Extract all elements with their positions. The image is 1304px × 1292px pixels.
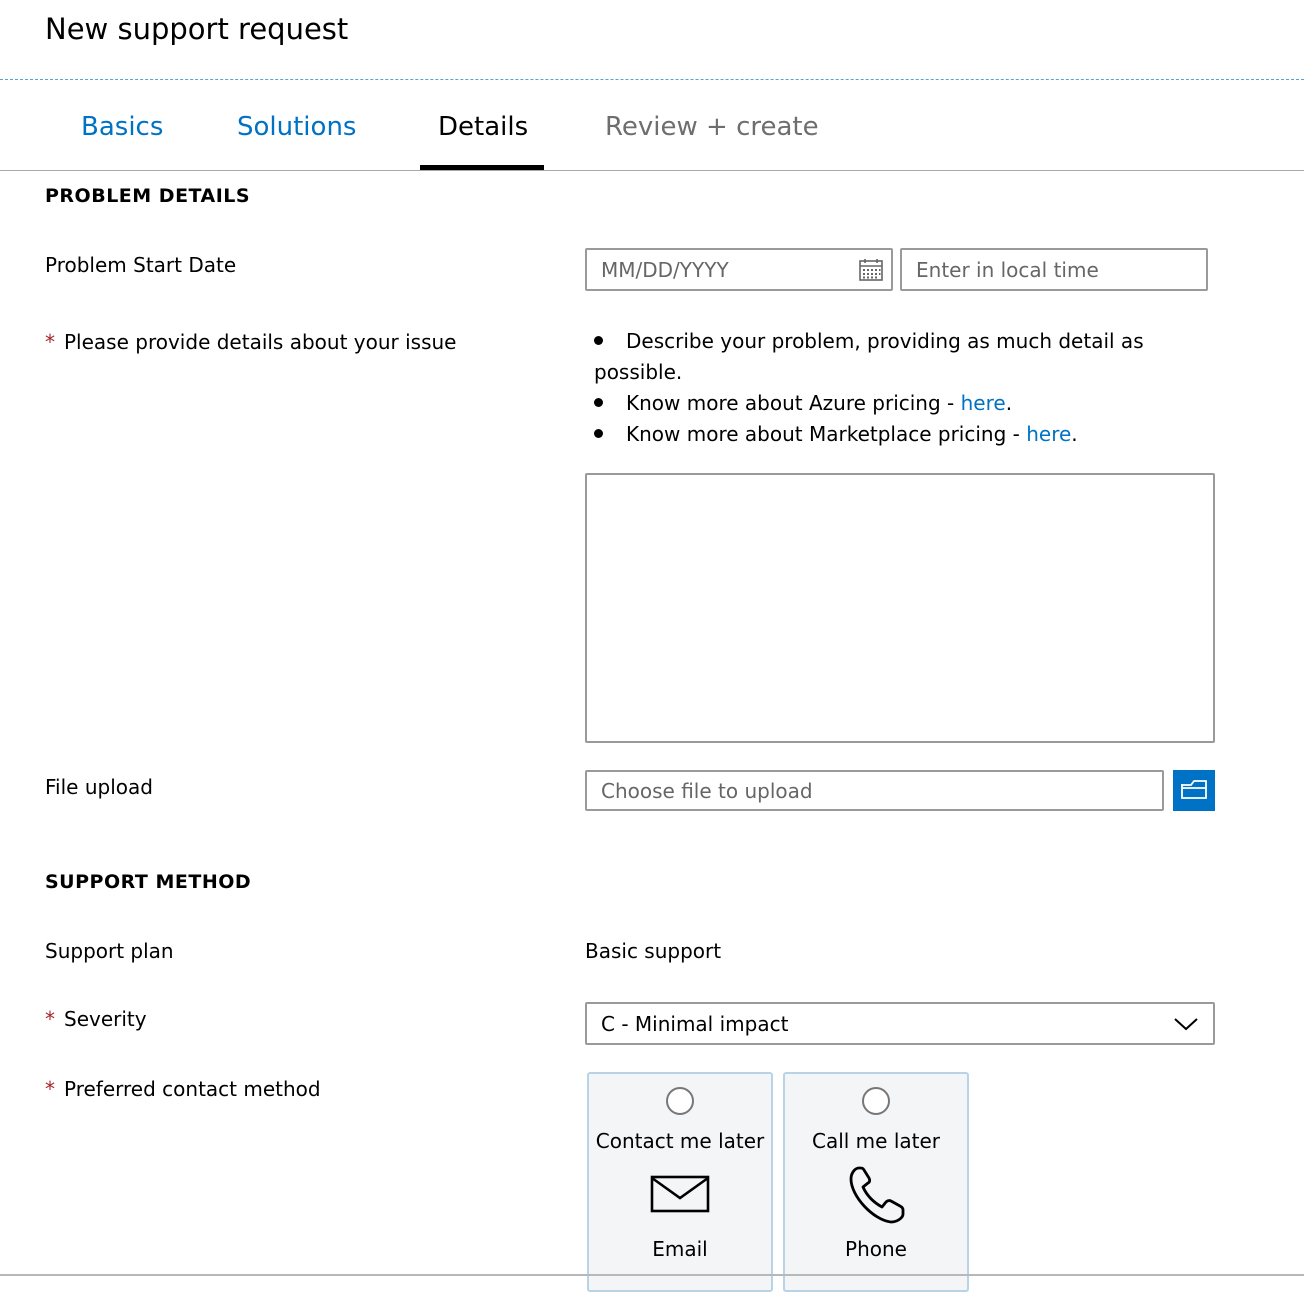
tab-basics[interactable]: Basics [81,106,163,148]
bullet-icon [594,429,603,438]
contact-method-label: * Preferred contact method [45,1074,321,1104]
bullet-icon [594,398,603,407]
severity-selected-value: C - Minimal impact [601,1012,789,1036]
issue-details-label: * Please provide details about your issue [45,327,456,357]
support-plan-label: Support plan [45,939,174,963]
problem-details-header: PROBLEM DETAILS [45,185,251,207]
contact-method-label-text: Preferred contact method [64,1077,321,1101]
tabs-divider [0,170,1304,171]
phone-icon [845,1164,907,1230]
envelope-icon [650,1174,710,1218]
marketplace-pricing-link[interactable]: here [1026,422,1071,446]
calendar-icon[interactable] [858,257,884,283]
contact-option-title: Contact me later [595,1129,765,1153]
required-marker: * [45,1077,55,1101]
contact-option-phone[interactable]: Call me later Phone [783,1072,969,1292]
guidance-text: Describe your problem, providing as much… [594,329,1144,384]
guidance-item: Describe your problem, providing as much… [594,326,1194,388]
file-upload-label: File upload [45,775,153,799]
severity-label-text: Severity [64,1007,147,1031]
browse-file-button[interactable] [1173,770,1215,811]
contact-option-title: Call me later [811,1129,941,1153]
guidance-suffix: . [1071,422,1078,446]
support-plan-value: Basic support [585,939,722,963]
header-divider [0,79,1304,80]
page-title: New support request [45,12,349,46]
guidance-suffix: . [1005,391,1013,415]
severity-dropdown[interactable]: C - Minimal impact [585,1002,1215,1045]
radio-button[interactable] [862,1087,890,1115]
contact-option-caption: Phone [845,1237,907,1261]
guidance-text: Know more about Azure pricing - [626,391,961,415]
required-marker: * [45,1007,55,1031]
contact-option-caption: Email [652,1237,708,1261]
issue-guidance-list: Describe your problem, providing as much… [594,326,1194,450]
support-method-header: SUPPORT METHOD [45,871,252,893]
problem-start-date-label: Problem Start Date [45,253,237,277]
footer-divider [0,1274,1304,1276]
tab-solutions[interactable]: Solutions [237,106,356,148]
problem-start-time-input[interactable] [900,248,1208,291]
tab-review-create[interactable]: Review + create [605,106,819,148]
bullet-icon [594,336,603,345]
issue-details-textarea[interactable] [585,473,1215,743]
guidance-text: Know more about Marketplace pricing - [626,422,1027,446]
folder-icon [1180,778,1208,803]
chevron-down-icon [1173,1016,1199,1032]
guidance-item: Know more about Marketplace pricing - he… [594,419,1194,450]
radio-button[interactable] [666,1087,694,1115]
severity-label: * Severity [45,1004,147,1034]
tab-details[interactable]: Details [438,106,528,148]
azure-pricing-link[interactable]: here [961,391,1006,415]
issue-details-label-text: Please provide details about your issue [64,330,457,354]
file-upload-input[interactable] [585,770,1164,811]
guidance-item: Know more about Azure pricing - here. [594,388,1194,419]
problem-start-date-input[interactable] [585,248,893,291]
contact-option-email[interactable]: Contact me later Email [587,1072,773,1292]
required-marker: * [45,330,55,354]
